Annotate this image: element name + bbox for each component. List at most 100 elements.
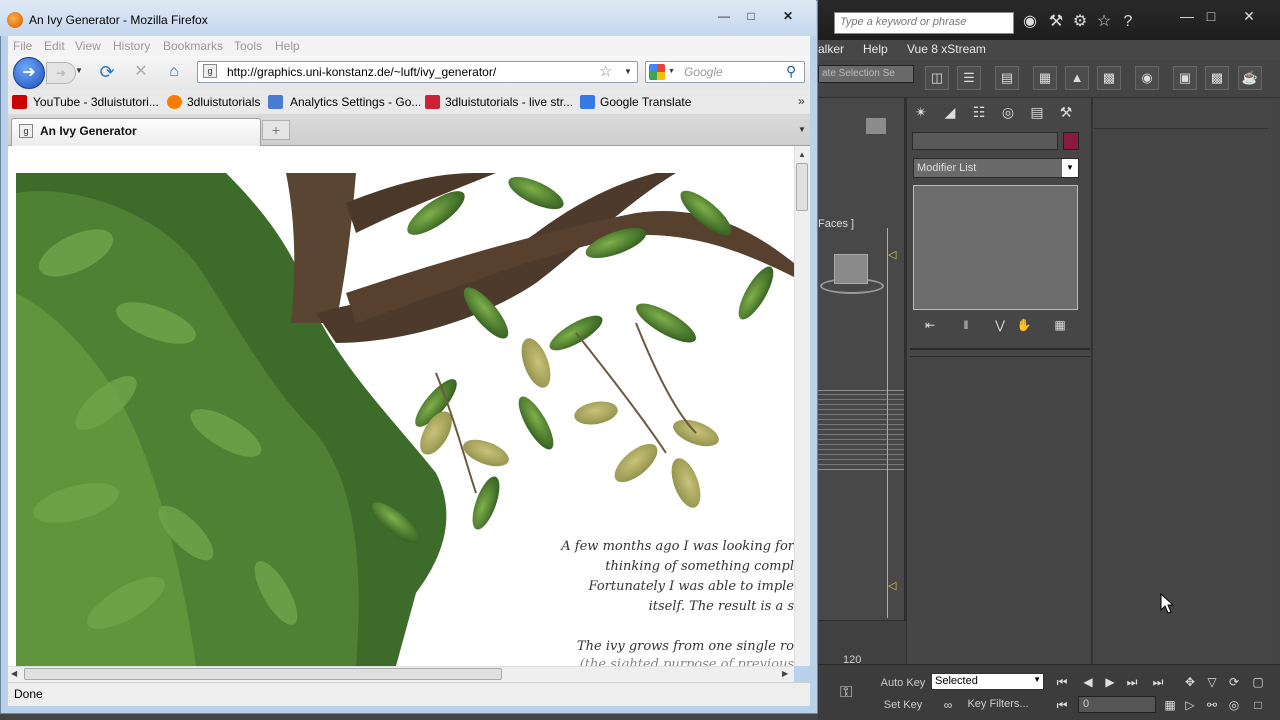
- auto-key-button[interactable]: Auto Key: [878, 674, 928, 692]
- key-filters-button[interactable]: Key Filters...: [958, 695, 1038, 713]
- pan-icon[interactable]: ✥: [1180, 673, 1200, 691]
- render-frame-icon[interactable]: ▩: [1205, 66, 1229, 90]
- remove-modifier-icon[interactable]: ✋: [1014, 318, 1034, 336]
- forward-button[interactable]: ➜: [46, 62, 76, 84]
- max-restore-button[interactable]: □: [1200, 6, 1222, 26]
- site-favicon-icon[interactable]: g: [203, 64, 217, 78]
- chevron-down-icon[interactable]: ▼: [1062, 159, 1078, 177]
- max-menu-vue[interactable]: Vue 8 xStream: [907, 42, 986, 56]
- modify-tab-icon[interactable]: ◢: [939, 102, 961, 122]
- bookmark-live-stream[interactable]: 3dluistutorials - live str...: [445, 95, 573, 109]
- history-dropdown-icon[interactable]: ▼: [75, 66, 83, 75]
- display-tab-icon[interactable]: ▤: [1026, 102, 1048, 122]
- tab-list-icon[interactable]: ▼: [794, 121, 810, 139]
- url-dropdown-icon[interactable]: ▼: [624, 67, 632, 76]
- vertical-scrollbar[interactable]: [794, 146, 810, 666]
- bookmark-youtube[interactable]: YouTube - 3dluistutori...: [33, 95, 159, 109]
- max-minimize-button[interactable]: —: [1176, 6, 1198, 26]
- new-tab-button[interactable]: +: [262, 120, 290, 140]
- layer-icon[interactable]: ▤: [995, 66, 1019, 90]
- url-input[interactable]: http://graphics.uni-konstanz.de/~luft/iv…: [227, 65, 496, 79]
- previous-frame-icon[interactable]: ◀: [1078, 673, 1098, 691]
- pin-stack-icon[interactable]: ⇤: [920, 318, 940, 336]
- max-viewport[interactable]: [818, 98, 906, 658]
- time-config-icon[interactable]: ▦: [1160, 696, 1180, 714]
- set-key-button[interactable]: Set Key: [878, 696, 928, 714]
- key-icon[interactable]: ⚿: [840, 684, 852, 702]
- chevron-right-icon[interactable]: »: [798, 94, 805, 108]
- network-icon[interactable]: ⚙: [1070, 12, 1090, 32]
- stop-icon[interactable]: ✕: [130, 61, 152, 83]
- graphite-icon[interactable]: ▦: [1033, 66, 1057, 90]
- binoculars-icon[interactable]: ◉: [1020, 12, 1040, 32]
- go-to-start-icon[interactable]: ⏮: [1052, 673, 1072, 691]
- walk-through-icon[interactable]: ▷: [1180, 696, 1200, 714]
- menu-file[interactable]: File: [13, 39, 32, 53]
- reload-icon[interactable]: ⟳: [96, 61, 118, 83]
- menu-help[interactable]: Help: [275, 39, 300, 53]
- analytics-icon[interactable]: [268, 95, 283, 109]
- field-of-view-icon[interactable]: ▽: [1202, 673, 1222, 691]
- google-icon[interactable]: [649, 64, 665, 80]
- menu-edit[interactable]: Edit: [44, 39, 65, 53]
- material-editor-icon[interactable]: ◉: [1135, 66, 1159, 90]
- render-teapot-icon[interactable]: ☕: [1238, 66, 1262, 90]
- go-to-end-icon[interactable]: ⏭: [1148, 673, 1168, 691]
- modifier-stack[interactable]: [913, 185, 1078, 310]
- configure-sets-icon[interactable]: ▦: [1050, 318, 1070, 336]
- search-engine-dropdown-icon[interactable]: ▼: [668, 68, 675, 75]
- maximize-button[interactable]: □: [738, 7, 764, 25]
- max-close-button[interactable]: ✕: [1238, 6, 1260, 26]
- show-end-result-icon[interactable]: ‖: [956, 318, 976, 336]
- time-slider[interactable]: [818, 620, 906, 670]
- menu-tools[interactable]: Tools: [234, 39, 262, 53]
- back-button[interactable]: ➜: [13, 57, 45, 89]
- horizontal-scroll-thumb[interactable]: [24, 668, 502, 680]
- schematic-icon[interactable]: ▩: [1097, 66, 1121, 90]
- youtube-icon[interactable]: [12, 95, 27, 109]
- wrench-icon[interactable]: ⚒: [1046, 12, 1066, 32]
- orbit-icon[interactable]: ⟳: [1224, 673, 1244, 691]
- menu-view[interactable]: View: [75, 39, 101, 53]
- minimize-button[interactable]: —: [711, 7, 737, 25]
- max-menu-help[interactable]: Help: [863, 42, 888, 56]
- bookmark-analytics[interactable]: Analytics Settings - Go...: [290, 95, 421, 109]
- close-button[interactable]: ✕: [775, 7, 801, 25]
- bookmark-google-translate[interactable]: Google Translate: [600, 95, 691, 109]
- next-frame-icon[interactable]: ⏭: [1122, 673, 1142, 691]
- named-selection-set[interactable]: ate Selection Se: [818, 65, 914, 83]
- help-icon[interactable]: ?: [1118, 12, 1138, 32]
- object-color-swatch[interactable]: [1063, 132, 1079, 150]
- home-icon[interactable]: ⌂: [163, 61, 185, 83]
- translate-icon[interactable]: [580, 95, 595, 109]
- menu-history[interactable]: History: [113, 39, 150, 53]
- scroll-right-icon[interactable]: ▶: [782, 669, 788, 678]
- bookmark-3dluistutorials[interactable]: 3dluistutorials: [187, 95, 260, 109]
- key-mode-icon[interactable]: ∞: [938, 696, 958, 714]
- current-frame-field[interactable]: 0: [1078, 696, 1156, 713]
- vertical-scroll-thumb[interactable]: [796, 163, 808, 211]
- modifier-list-dropdown[interactable]: Modifier List: [913, 158, 1079, 178]
- scroll-left-icon[interactable]: ◀: [11, 669, 17, 678]
- scroll-up-icon[interactable]: ▲: [798, 150, 806, 159]
- create-tab-icon[interactable]: ✴: [910, 102, 932, 122]
- viewport-label[interactable]: Faces ]: [818, 218, 854, 230]
- max-search-input[interactable]: Type a keyword or phrase: [834, 12, 1014, 34]
- hierarchy-tab-icon[interactable]: ☷: [968, 102, 990, 122]
- bookmark-star-icon[interactable]: ☆: [599, 62, 612, 80]
- motion-tab-icon[interactable]: ◎: [997, 102, 1019, 122]
- max-menu-walker[interactable]: alker: [818, 42, 844, 56]
- mirror-icon[interactable]: ◫: [925, 66, 949, 90]
- arc-rotate-icon[interactable]: ◎: [1224, 696, 1244, 714]
- livestream-icon[interactable]: [425, 95, 440, 109]
- curve-editor-icon[interactable]: ▲: [1065, 66, 1089, 90]
- utilities-tab-icon[interactable]: ⚒: [1055, 102, 1077, 122]
- search-icon[interactable]: ⚲: [786, 63, 796, 80]
- make-unique-icon[interactable]: ⋁: [990, 318, 1010, 336]
- object-name-field[interactable]: [912, 132, 1058, 150]
- menu-bookmarks[interactable]: Bookmarks: [163, 39, 223, 53]
- blogger-icon[interactable]: [167, 95, 182, 109]
- zoom-region-icon[interactable]: ⚯: [1202, 696, 1222, 714]
- key-selection-dropdown[interactable]: Selected ▼: [931, 673, 1044, 690]
- render-setup-icon[interactable]: ▣: [1173, 66, 1197, 90]
